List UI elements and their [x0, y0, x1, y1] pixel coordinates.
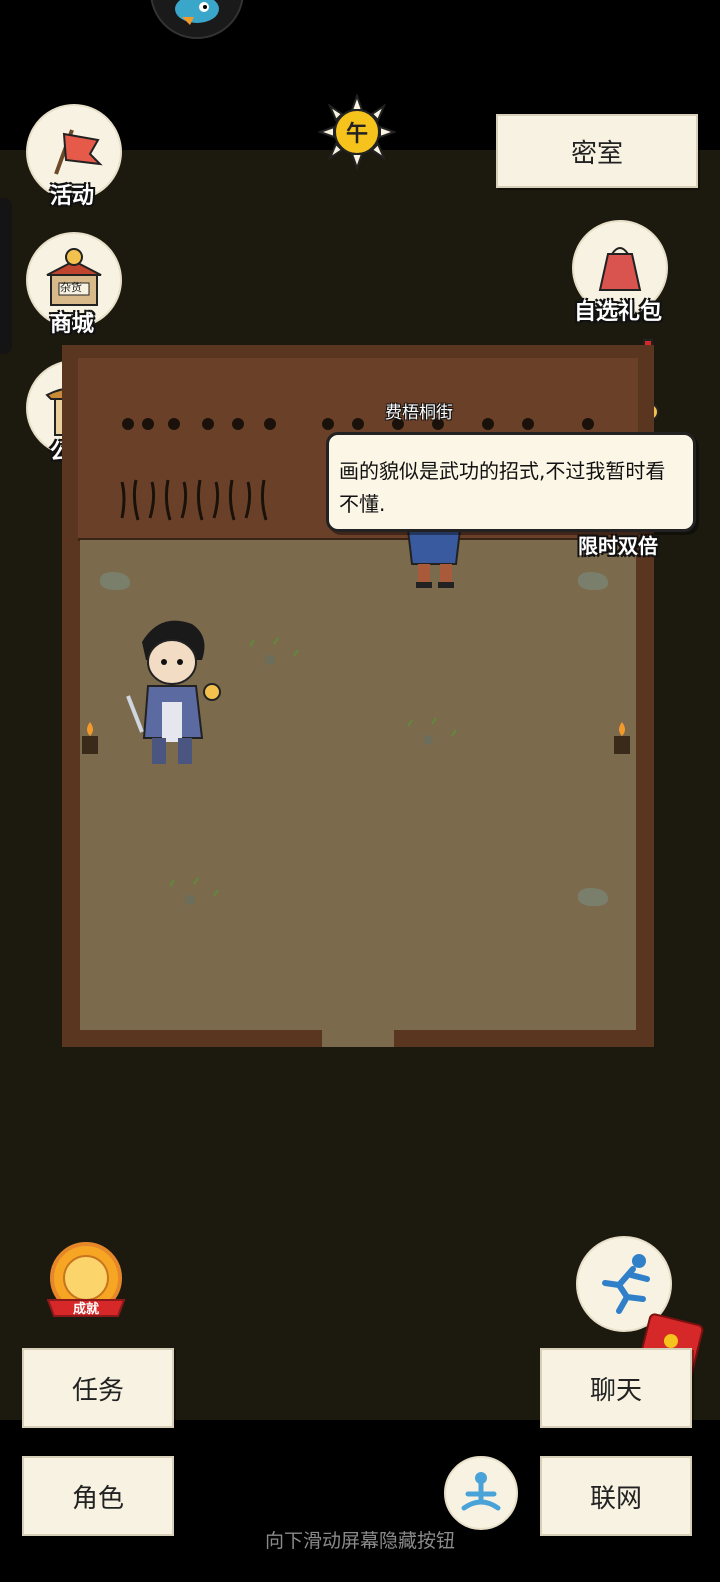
gift-bag-icon	[598, 247, 642, 291]
task-label: 任务	[71, 1375, 124, 1406]
npc-name-label: 费梧桐街	[385, 403, 453, 423]
grass-patch	[169, 877, 219, 905]
banner-icon	[54, 129, 103, 175]
gift-label: 自选礼包	[573, 300, 662, 325]
player-character[interactable]	[120, 612, 230, 776]
sun-icon: 午	[317, 93, 397, 171]
shop-label: 商城	[49, 312, 94, 337]
top-avatar-icon[interactable]	[150, 0, 244, 39]
hide-buttons-hint: 向下滑动屏幕隐藏按钮	[264, 1530, 455, 1552]
dialog-box[interactable]: 画的貌似是武功的招式,不过我暂时看不懂.	[326, 432, 696, 532]
time-glyph: 午	[345, 122, 368, 147]
secret-room-label: 密室	[570, 138, 623, 169]
rock	[578, 572, 608, 590]
role-label: 角色	[71, 1483, 124, 1514]
shop-sign-text: 杂货	[60, 281, 82, 294]
meditation-icon	[461, 1472, 501, 1511]
activity-label: 活动	[49, 184, 94, 209]
double-reward-label[interactable]: 限时双倍	[556, 530, 680, 559]
achievement-button[interactable]: 成就	[44, 1238, 128, 1322]
rock	[578, 888, 608, 906]
network-label: 联网	[589, 1483, 642, 1514]
torch-icon	[610, 720, 634, 756]
chat-button[interactable]: 聊天	[540, 1348, 692, 1428]
torch-icon	[78, 720, 102, 756]
achievement-ribbon: 成就	[72, 1302, 99, 1317]
chat-label: 聊天	[589, 1375, 642, 1406]
room-door[interactable]	[322, 1030, 394, 1047]
role-button[interactable]: 角色	[22, 1456, 174, 1536]
meditate-button[interactable]	[444, 1456, 518, 1530]
grass-patch	[249, 637, 299, 665]
task-button[interactable]: 任务	[22, 1348, 174, 1428]
side-drawer-handle[interactable]	[0, 198, 12, 354]
grass-patch	[407, 717, 457, 745]
rock	[100, 572, 130, 590]
runner-icon	[602, 1254, 650, 1314]
dialog-text: 画的貌似是武功的招式,不过我暂时看不懂.	[339, 459, 666, 516]
network-button[interactable]: 联网	[540, 1456, 692, 1536]
secret-room-button[interactable]: 密室	[496, 114, 698, 188]
